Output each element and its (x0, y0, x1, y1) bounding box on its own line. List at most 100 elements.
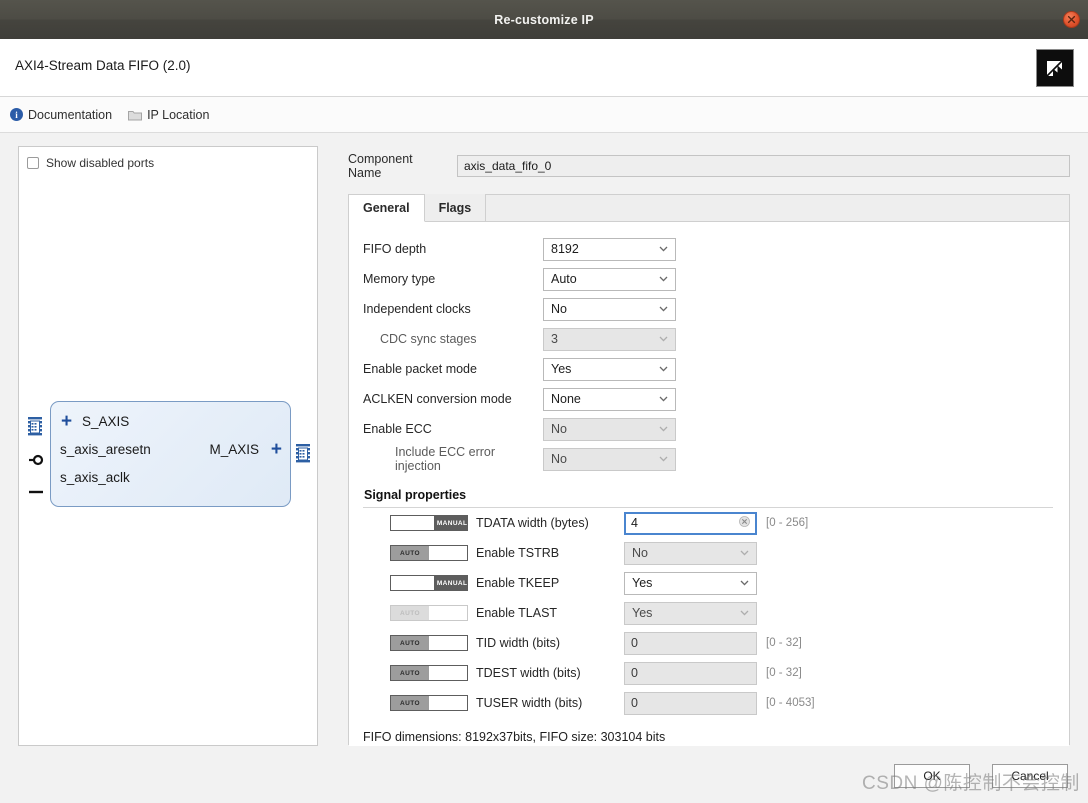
label-memory-type: Memory type (363, 272, 436, 286)
chevron-down-icon (659, 306, 668, 312)
auto-manual-toggle-enable-tkeep[interactable]: MANUAL (390, 575, 468, 591)
signal-row-tid-width: AUTO TID width (bits) 0 [0 - 32] (363, 628, 1055, 658)
port-label-s-axis-aclk: s_axis_aclk (60, 470, 130, 485)
close-icon[interactable] (1063, 11, 1080, 28)
select-enable-ecc: No (543, 417, 676, 441)
chevron-down-icon (659, 246, 668, 252)
label-tid-width: TID width (bits) (476, 636, 561, 650)
show-disabled-ports-checkbox[interactable]: Show disabled ports (27, 156, 154, 170)
ip-title: AXI4-Stream Data FIFO (2.0) (15, 58, 191, 73)
expand-s-axis-icon[interactable]: + (61, 412, 72, 431)
signal-properties-heading: Signal properties (364, 488, 467, 502)
recustomize-ip-dialog: Re-customize IP AXI4-Stream Data FIFO (2… (0, 0, 1088, 803)
label-enable-tkeep: Enable TKEEP (476, 576, 560, 590)
folder-icon (128, 109, 143, 121)
tabstrip: General Flags (349, 194, 1069, 222)
expand-m-axis-icon[interactable]: + (271, 440, 282, 459)
label-enable-tstrb: Enable TSTRB (476, 546, 560, 560)
select-memory-type-value: Auto (551, 272, 577, 286)
select-enable-tkeep-value: Yes (632, 576, 653, 590)
info-icon: i (10, 108, 23, 121)
select-enable-packet-mode[interactable]: Yes (543, 357, 676, 381)
chevron-down-icon (659, 456, 668, 462)
select-aclken-conversion-mode[interactable]: None (543, 387, 676, 411)
select-include-ecc-error-injection-value: No (551, 452, 567, 466)
window-titlebar: Re-customize IP (0, 0, 1088, 39)
select-fifo-depth-value: 8192 (551, 242, 579, 256)
input-tid-width: 0 (624, 631, 757, 655)
auto-manual-toggle-tuser-width[interactable]: AUTO (390, 695, 468, 711)
auto-manual-toggle-tdest-width[interactable]: AUTO (390, 665, 468, 681)
fifo-dimensions-text: FIFO dimensions: 8192x37bits, FIFO size:… (363, 730, 666, 744)
form-row-include-ecc-error-injection: Include ECC error injection No (363, 444, 1055, 474)
show-disabled-ports-label: Show disabled ports (46, 156, 155, 170)
hint-tuser-width: [0 - 4053] (766, 697, 815, 709)
select-fifo-depth[interactable]: 8192 (543, 237, 676, 261)
auto-manual-toggle-enable-tstrb[interactable]: AUTO (390, 545, 468, 561)
ip-location-link[interactable]: IP Location (128, 108, 209, 122)
signal-row-tuser-width: AUTO TUSER width (bits) 0 [0 - 4053] (363, 688, 1055, 718)
form-row-enable-ecc: Enable ECC No (363, 414, 1055, 444)
component-name-input[interactable] (456, 155, 1070, 177)
select-enable-tlast-value: Yes (632, 606, 653, 620)
chevron-down-icon (659, 396, 668, 402)
auto-manual-toggle-tid-width[interactable]: AUTO (390, 635, 468, 651)
ok-button[interactable]: OK (894, 764, 970, 788)
hint-tid-width: [0 - 32] (766, 637, 802, 649)
bus-connector-icon-s-axis (27, 416, 43, 443)
select-enable-tstrb-value: No (632, 546, 648, 560)
select-independent-clocks[interactable]: No (543, 297, 676, 321)
documentation-link[interactable]: i Documentation (10, 108, 112, 122)
ports-panel: Show disabled ports + S_AXIS s_axis_ares… (18, 146, 318, 746)
signal-row-enable-tlast: AUTO Enable TLAST Yes (363, 598, 1055, 628)
label-tdata-width: TDATA width (bytes) (476, 516, 589, 530)
toggle-off-segment (429, 606, 467, 620)
select-independent-clocks-value: No (551, 302, 567, 316)
tab-general[interactable]: General (349, 195, 425, 222)
checkbox-box (27, 157, 39, 169)
ip-header: AXI4-Stream Data FIFO (2.0) (0, 39, 1088, 97)
chevron-down-icon (740, 610, 749, 616)
form-row-independent-clocks: Independent clocks No (363, 294, 1055, 324)
input-tdata-width[interactable]: 4 (624, 511, 757, 535)
signal-row-enable-tstrb: AUTO Enable TSTRB No (363, 538, 1055, 568)
ip-location-label: IP Location (147, 107, 210, 122)
toggle-on-segment: AUTO (391, 546, 429, 560)
select-cdc-sync-stages-value: 3 (551, 332, 558, 346)
chevron-down-icon (659, 276, 668, 282)
toggle-on-segment: AUTO (391, 636, 429, 650)
signal-row-tdest-width: AUTO TDEST width (bits) 0 [0 - 32] (363, 658, 1055, 688)
toggle-off-segment (429, 666, 467, 680)
chevron-down-icon (659, 336, 668, 342)
clear-icon[interactable] (739, 516, 750, 530)
toggle-off-segment (429, 696, 467, 710)
signal-row-tdata-width: MANUAL TDATA width (bytes) 4 [0 - 256] (363, 508, 1055, 538)
settings-tabs: General Flags FIFO depth 8192 Memory typ… (348, 194, 1070, 746)
input-tdata-width-value: 4 (631, 516, 638, 530)
label-cdc-sync-stages: CDC sync stages (380, 332, 477, 346)
clock-pin-icon-aclk (29, 484, 47, 502)
auto-manual-toggle-tdata-width[interactable]: MANUAL (390, 515, 468, 531)
label-enable-packet-mode: Enable packet mode (363, 362, 477, 376)
bus-connector-icon-m-axis (295, 443, 311, 470)
port-label-s-axis-aresetn: s_axis_aresetn (60, 442, 151, 457)
component-name-row: Component Name (348, 152, 1070, 180)
dialog-footer: OK Cancel (0, 753, 1088, 803)
form-row-enable-packet-mode: Enable packet mode Yes (363, 354, 1055, 384)
input-tuser-width: 0 (624, 691, 757, 715)
settings-panel: Component Name General Flags FIFO depth … (330, 133, 1070, 748)
cancel-button[interactable]: Cancel (992, 764, 1068, 788)
input-tid-width-value: 0 (631, 636, 638, 650)
form-row-fifo-depth: FIFO depth 8192 (363, 234, 1055, 264)
tab-flags[interactable]: Flags (424, 194, 487, 221)
select-memory-type[interactable]: Auto (543, 267, 676, 291)
label-aclken-conversion-mode: ACLKEN conversion mode (363, 392, 512, 406)
select-enable-tkeep[interactable]: Yes (624, 571, 757, 595)
label-enable-ecc: Enable ECC (363, 422, 432, 436)
signal-row-enable-tkeep: MANUAL Enable TKEEP Yes (363, 568, 1055, 598)
chevron-down-icon (659, 366, 668, 372)
select-enable-tlast: Yes (624, 601, 757, 625)
form-row-aclken-conversion-mode: ACLKEN conversion mode None (363, 384, 1055, 414)
active-low-pin-icon-aresetn (29, 453, 47, 472)
dialog-body: Show disabled ports + S_AXIS s_axis_ares… (0, 133, 1088, 753)
